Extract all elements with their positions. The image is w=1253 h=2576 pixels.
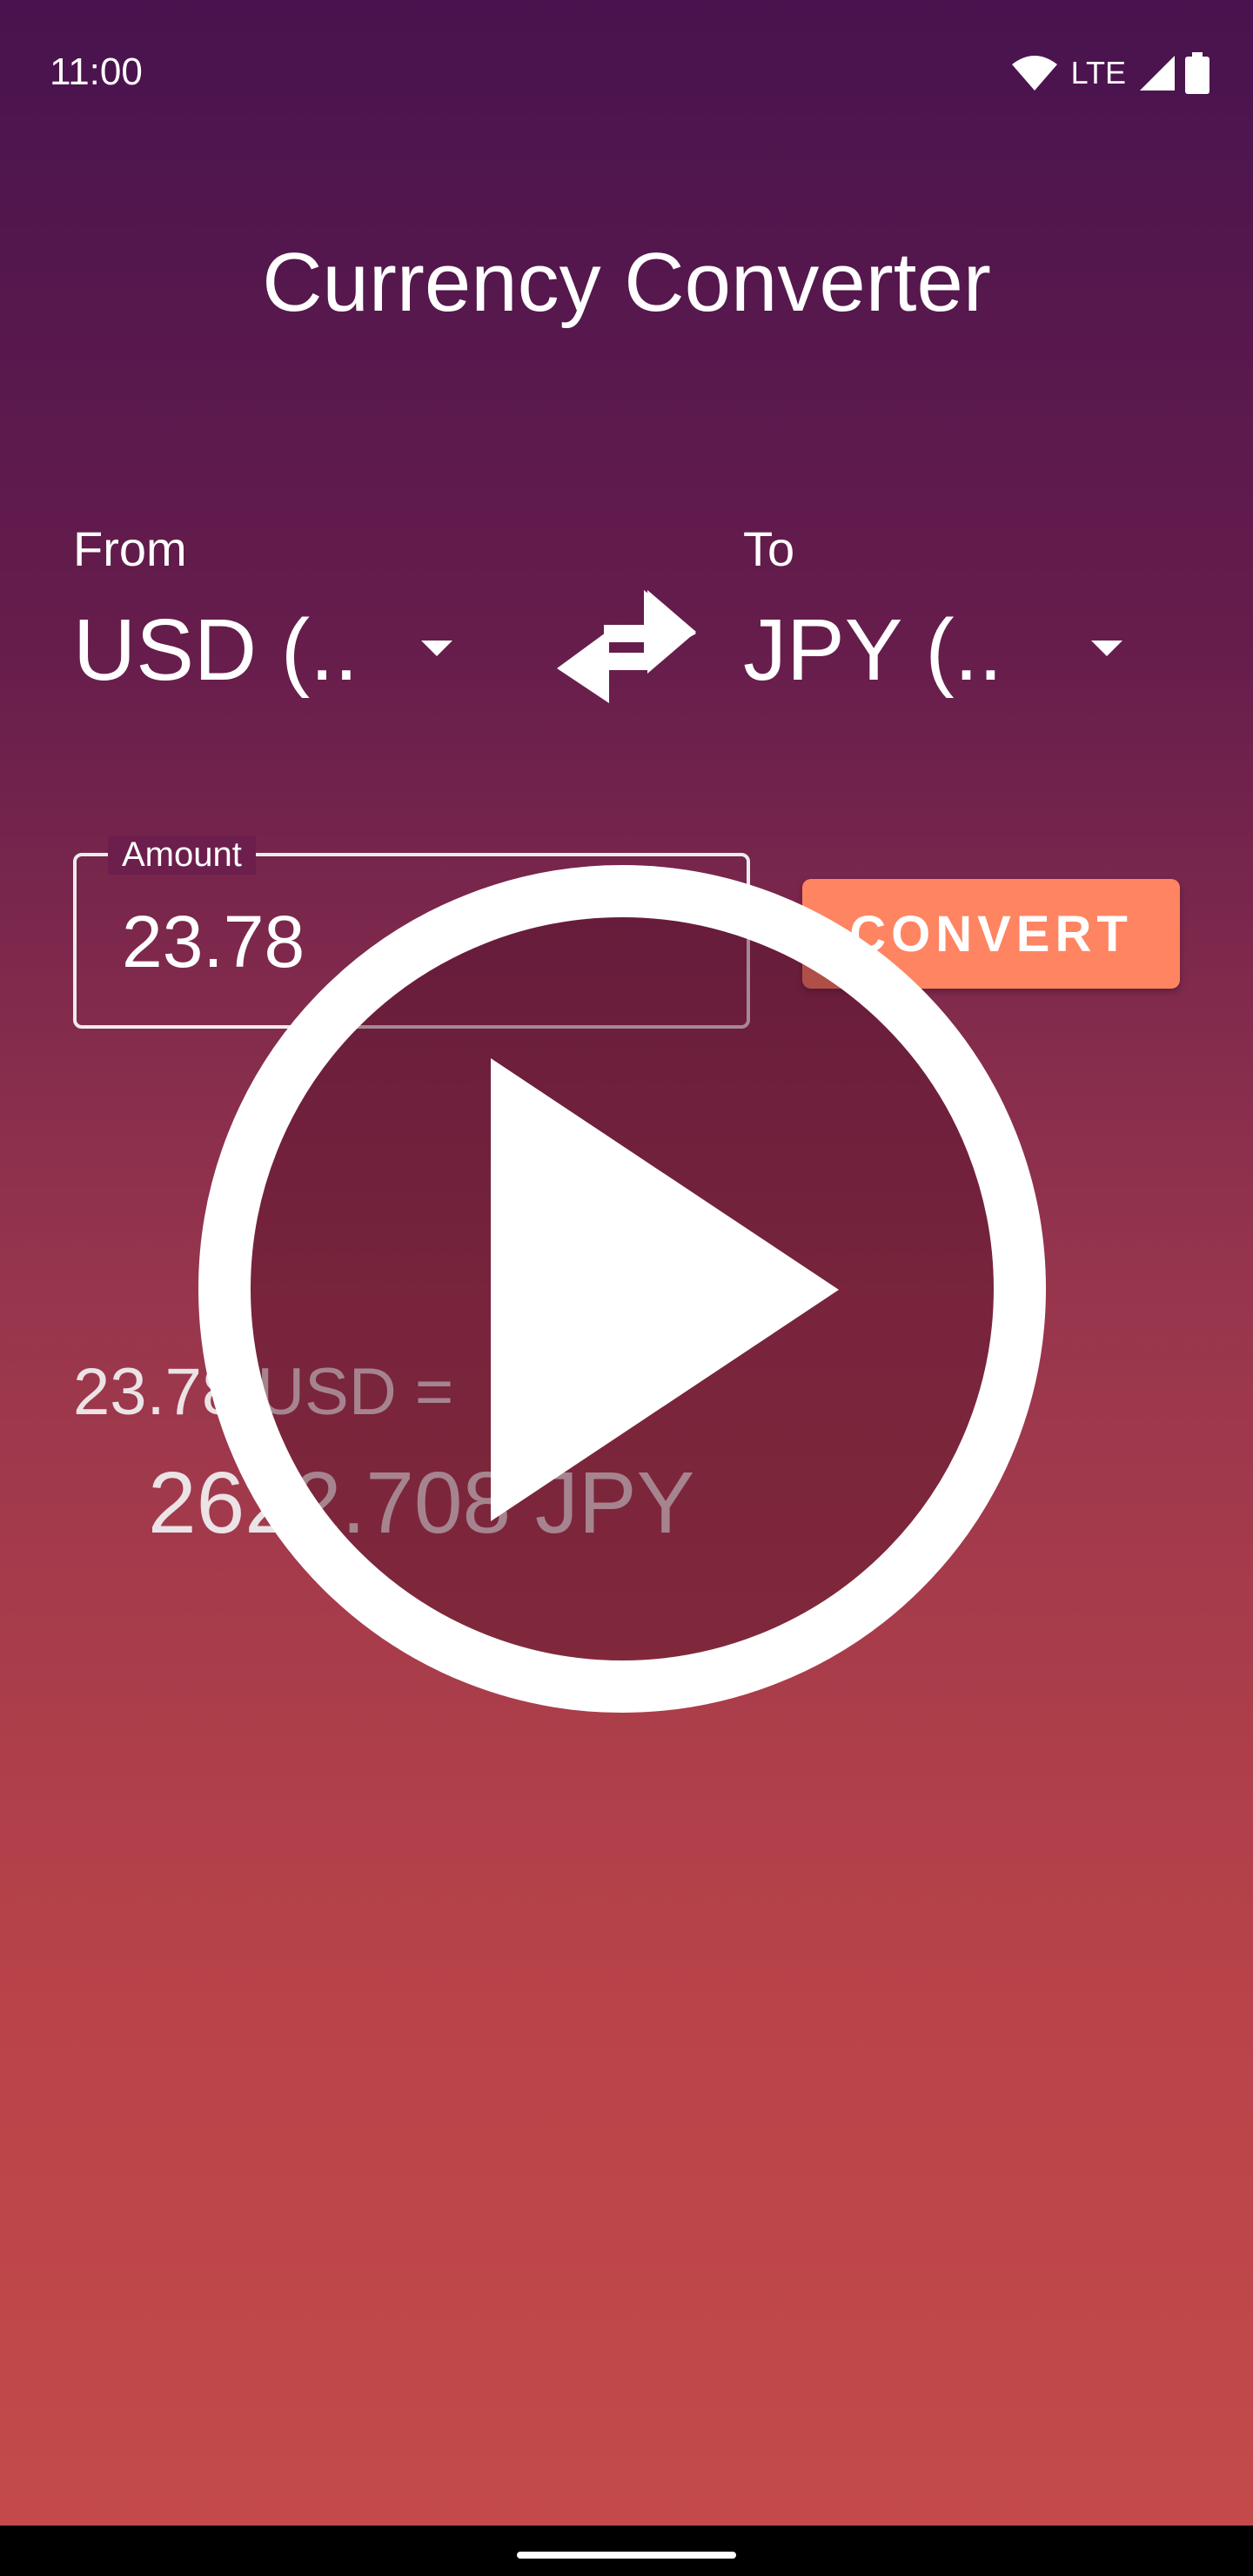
swap-arrows-icon[interactable] bbox=[553, 588, 700, 705]
to-label: To bbox=[743, 521, 795, 576]
to-currency-value: JPY (.. bbox=[743, 601, 1003, 699]
battery-icon bbox=[1185, 52, 1209, 94]
wifi-icon bbox=[1011, 56, 1057, 91]
play-icon[interactable] bbox=[198, 865, 1046, 1713]
page-title: Currency Converter bbox=[262, 236, 991, 329]
navigation-bar bbox=[0, 2526, 1253, 2576]
status-icons: LTE bbox=[1010, 50, 1209, 96]
status-time: 11:00 bbox=[50, 50, 143, 93]
from-currency-value: USD (.. bbox=[73, 601, 358, 699]
network-type: LTE bbox=[1070, 55, 1126, 91]
chevron-down-icon bbox=[421, 641, 452, 656]
chevron-down-icon bbox=[1091, 641, 1122, 656]
currency-converter-screen: 11:00 LTE Currency Converter From USD (.… bbox=[0, 0, 1253, 2576]
home-indicator[interactable] bbox=[517, 2552, 736, 2559]
signal-icon bbox=[1140, 56, 1175, 91]
from-label: From bbox=[73, 521, 187, 576]
